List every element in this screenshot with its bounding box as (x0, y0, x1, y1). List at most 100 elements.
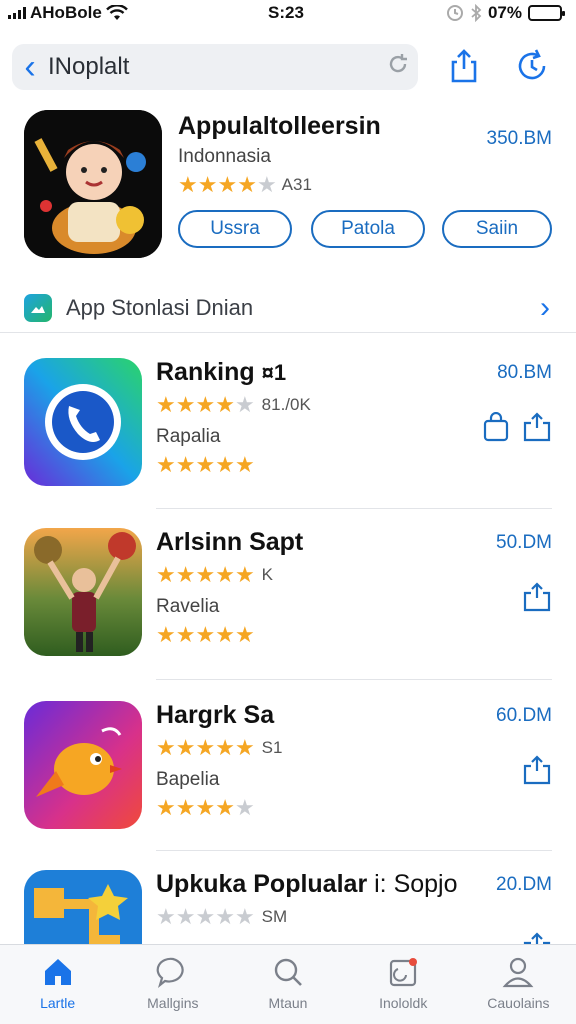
nav-bar: ‹ INoplalt (0, 36, 576, 96)
search-query[interactable]: INoplalt (48, 53, 378, 81)
star-icon: ★ (156, 795, 176, 820)
star-icon: ★ (156, 392, 176, 417)
star-icon: ★ (175, 392, 196, 417)
star-icon: ★ (237, 172, 257, 197)
status-bar: AHoBole S:23 07% (0, 0, 576, 28)
star-icon: ★ (215, 452, 235, 477)
star-icon: ★ (175, 562, 196, 587)
app-actions (522, 582, 552, 612)
rating-count: SM (261, 907, 288, 926)
list-item[interactable]: Upkuka Poplualar i: Sopjo ★ ★ ★ ★ ★ SM 20.DM (0, 852, 576, 944)
star-icon: ★ (195, 735, 215, 760)
app-category: Rapalia (156, 426, 221, 447)
tab-account[interactable]: Cauolains (461, 945, 576, 1024)
tab-inbox[interactable]: Inololdk (346, 945, 461, 1024)
section-link[interactable]: App Stonlasi Dnian › (0, 283, 576, 333)
star-icon: ★ (156, 452, 176, 477)
star-icon: ★ (175, 452, 196, 477)
share-icon[interactable] (522, 582, 552, 612)
list-item[interactable]: Hargrk Sa ★ ★ ★ ★ ★ S1 Bapelia ★ ★ ★ ★ ★ 60.DM (0, 683, 576, 853)
star-rating: ★ ★ ★ ★ ★ (156, 904, 255, 930)
star-icon: ★ (234, 452, 255, 477)
app-size: 50.DM (496, 532, 552, 553)
star-icon: ★ (175, 735, 196, 760)
tab-label: Inololdk (379, 995, 428, 1011)
app-name: Upkuka Poplualar i: Sopjo (156, 870, 458, 898)
rating-count: K (261, 565, 274, 584)
star-icon: ★ (215, 392, 235, 417)
app-rating-row: ★ ★ ★ ★ ★ K (156, 562, 273, 588)
featured-app-subtitle: Indonnasia (178, 146, 271, 167)
star-icon: ★ (217, 172, 237, 197)
featured-app-rating: ★ ★ ★ ★ ★ A31 (178, 172, 312, 198)
app-icon[interactable] (24, 701, 142, 829)
share-icon[interactable] (444, 46, 484, 86)
star-icon: ★ (234, 622, 255, 647)
star-icon: ★ (175, 622, 196, 647)
featured-app-icon[interactable] (24, 110, 162, 258)
chevron-right-icon[interactable]: › (540, 291, 550, 325)
chevron-left-icon[interactable]: ‹ (12, 44, 48, 90)
share-icon[interactable] (522, 412, 552, 442)
app-actions (522, 932, 552, 944)
app-store-icon (24, 293, 52, 322)
star-icon: ★ (175, 795, 196, 820)
list-item[interactable]: Arlsinn Sapt ★ ★ ★ ★ ★ K Ravelia ★ ★ ★ ★ ★ 50.DM (0, 510, 576, 680)
app-rating-row-2: ★ ★ ★ ★ ★ (156, 452, 255, 478)
app-name: Arlsinn Sapt (156, 528, 304, 556)
tab-label: Mallgins (147, 995, 199, 1011)
battery-percent: 07% (487, 3, 522, 22)
app-rating-row: ★ ★ ★ ★ ★ 81./0K (156, 392, 311, 418)
star-icon: ★ (215, 904, 235, 929)
featured-button-1[interactable]: Ussra (178, 210, 292, 248)
share-icon[interactable] (522, 755, 552, 785)
tab-home[interactable]: Lartle (0, 945, 115, 1024)
featured-app[interactable]: Appulaltolleersin Indonnasia ★ ★ ★ ★ ★ A31 3… (0, 100, 576, 270)
star-icon: ★ (234, 904, 255, 929)
signal-icon (8, 7, 26, 19)
list-item[interactable]: Ranking ¤1 ★ ★ ★ ★ ★ 81./0K Rapalia ★ ★ ★ ★ ★ 80… (0, 340, 576, 510)
star-icon: ★ (195, 452, 215, 477)
chat-icon (156, 957, 184, 989)
carrier-label: AHoBole (30, 3, 102, 22)
search-field[interactable]: ‹ INoplalt (12, 44, 418, 90)
app-rating-row-2: ★ ★ ★ ★ ★ (156, 795, 255, 821)
app-icon[interactable] (24, 358, 142, 486)
app-size: 20.DM (496, 874, 552, 895)
bluetooth-icon (471, 4, 482, 22)
app-icon[interactable] (24, 528, 142, 656)
divider (156, 850, 552, 851)
star-icon: ★ (156, 622, 176, 647)
app-size: 60.DM (496, 705, 552, 726)
wifi-icon (105, 5, 128, 20)
star-icon: ★ (215, 562, 235, 587)
star-icon: ★ (195, 622, 215, 647)
app-actions (482, 412, 552, 442)
star-icon: ★ (234, 795, 255, 820)
star-icon: ★ (234, 735, 255, 760)
featured-app-size: 350.BM (486, 128, 552, 149)
featured-button-3[interactable]: Saiin (442, 210, 552, 248)
star-rating: ★ ★ ★ ★ ★ (156, 795, 255, 821)
app-size: 80.BM (497, 362, 552, 383)
tab-messages[interactable]: Mallgins (115, 945, 230, 1024)
app-icon[interactable] (24, 870, 142, 944)
rating-count: S1 (261, 738, 283, 757)
alarm-icon (446, 5, 463, 21)
star-icon: ★ (215, 735, 235, 760)
status-time: S:23 (268, 3, 304, 22)
star-icon: ★ (178, 172, 198, 197)
tab-search[interactable]: Mtaun (230, 945, 345, 1024)
status-left: AHoBole (8, 3, 128, 23)
reload-icon[interactable] (378, 52, 418, 83)
inbox-icon (390, 958, 418, 987)
status-right: 07% (446, 3, 565, 23)
share-icon[interactable] (522, 932, 552, 944)
star-rating: ★ ★ ★ ★ ★ (156, 392, 255, 418)
star-icon: ★ (156, 735, 176, 760)
bag-icon[interactable] (482, 412, 510, 442)
home-icon (44, 959, 71, 985)
featured-button-2[interactable]: Patola (311, 210, 425, 248)
tab-label: Lartle (40, 995, 76, 1011)
refresh-icon[interactable] (512, 46, 552, 86)
